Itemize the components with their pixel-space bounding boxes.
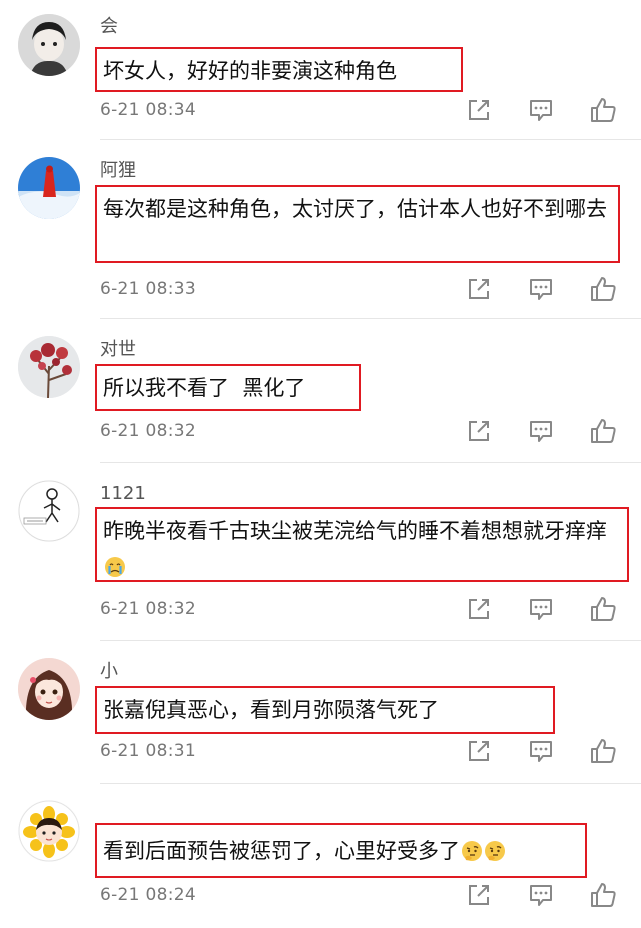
timestamp: 6-21 08:34 bbox=[100, 100, 196, 120]
comment-text: 所以我不看了 黑化了 bbox=[95, 364, 361, 411]
comment-text: 昨晚半夜看千古玦尘被芜浣给气的睡不着想想就牙痒痒 bbox=[95, 507, 629, 582]
comment-icon[interactable] bbox=[526, 594, 556, 624]
comment-icon[interactable] bbox=[526, 736, 556, 766]
share-icon[interactable] bbox=[464, 880, 494, 910]
thumbs-up-icon[interactable] bbox=[588, 274, 618, 304]
comment-actions bbox=[462, 95, 632, 125]
share-icon[interactable] bbox=[464, 274, 494, 304]
comment-icon[interactable] bbox=[526, 880, 556, 910]
avatar[interactable] bbox=[18, 658, 80, 720]
timestamp: 6-21 08:24 bbox=[100, 885, 196, 905]
comment-icon[interactable] bbox=[526, 416, 556, 446]
avatar[interactable] bbox=[18, 157, 80, 219]
comment-actions bbox=[462, 736, 632, 766]
comment-actions bbox=[462, 594, 632, 624]
username[interactable]: 会 bbox=[100, 16, 118, 38]
divider bbox=[100, 318, 641, 319]
thumbs-up-icon[interactable] bbox=[588, 594, 618, 624]
share-icon[interactable] bbox=[464, 416, 494, 446]
comment-icon[interactable] bbox=[526, 274, 556, 304]
thinking-face-emoji bbox=[461, 840, 483, 862]
comment-text-content: 坏女人，好好的非要演这种角色 bbox=[103, 59, 397, 83]
comment-text: 张嘉倪真恶心，看到月弥陨落气死了 bbox=[95, 686, 555, 734]
username[interactable]: 1121 bbox=[100, 483, 146, 505]
comment-icon[interactable] bbox=[526, 95, 556, 125]
share-icon[interactable] bbox=[464, 95, 494, 125]
comment-text: 看到后面预告被惩罚了，心里好受多了 bbox=[95, 823, 587, 878]
comment-text-content: 昨晚半夜看千古玦尘被芜浣给气的睡不着想想就牙痒痒 bbox=[103, 519, 607, 543]
timestamp: 6-21 08:32 bbox=[100, 421, 196, 441]
username[interactable]: 小 bbox=[100, 661, 118, 683]
comment-text-content: 所以我不看了 黑化了 bbox=[103, 376, 306, 400]
comment-text-content: 看到后面预告被惩罚了，心里好受多了 bbox=[103, 839, 460, 863]
avatar[interactable] bbox=[18, 480, 80, 542]
comment-text: 坏女人，好好的非要演这种角色 bbox=[95, 47, 463, 92]
thumbs-up-icon[interactable] bbox=[588, 880, 618, 910]
comment-actions bbox=[462, 416, 632, 446]
username[interactable]: 阿狸 bbox=[100, 160, 136, 182]
comment-text: 每次都是这种角色，太讨厌了，估计本人也好不到哪去 bbox=[95, 185, 620, 263]
comment-text-content: 每次都是这种角色，太讨厌了，估计本人也好不到哪去 bbox=[103, 197, 607, 221]
comment-actions bbox=[462, 880, 632, 910]
crying-face-emoji bbox=[104, 556, 126, 578]
thinking-face-emoji bbox=[484, 840, 506, 862]
share-icon[interactable] bbox=[464, 736, 494, 766]
timestamp: 6-21 08:32 bbox=[100, 599, 196, 619]
avatar[interactable] bbox=[18, 800, 80, 862]
thumbs-up-icon[interactable] bbox=[588, 736, 618, 766]
comment-text-content: 张嘉倪真恶心，看到月弥陨落气死了 bbox=[103, 698, 439, 722]
divider bbox=[100, 139, 641, 140]
divider bbox=[100, 640, 641, 641]
share-icon[interactable] bbox=[464, 594, 494, 624]
comment-actions bbox=[462, 274, 632, 304]
divider bbox=[100, 783, 641, 784]
divider bbox=[100, 462, 641, 463]
avatar[interactable] bbox=[18, 336, 80, 398]
avatar[interactable] bbox=[18, 14, 80, 76]
thumbs-up-icon[interactable] bbox=[588, 416, 618, 446]
username[interactable]: 对世 bbox=[100, 339, 136, 361]
timestamp: 6-21 08:31 bbox=[100, 741, 196, 761]
thumbs-up-icon[interactable] bbox=[588, 95, 618, 125]
timestamp: 6-21 08:33 bbox=[100, 279, 196, 299]
